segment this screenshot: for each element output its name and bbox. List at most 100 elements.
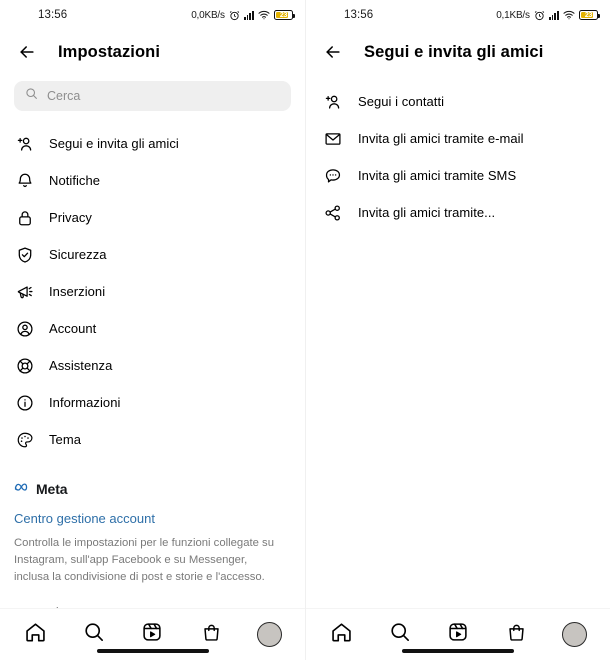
menu-item-invita-altro[interactable]: Invita gli amici tramite... [306,194,610,231]
nav-shop[interactable] [191,618,231,652]
menu-item-label: Tema [49,432,81,447]
nav-profile[interactable] [250,618,290,652]
status-time: 13:56 [344,9,374,21]
menu-item-label: Notifiche [49,173,101,188]
menu-item-label: Invita gli amici tramite e-mail [358,131,524,146]
settings-menu-list: Segui e invita gli amici Notifiche Priva… [0,121,305,458]
search-icon [389,621,411,648]
status-icons-group: 0,0KB/s 23 [191,9,295,21]
menu-item-informazioni[interactable]: Informazioni [0,384,305,421]
search-container: Cerca [0,74,305,121]
profile-avatar [257,622,283,647]
app-header: Impostazioni [0,30,305,74]
reels-icon [447,621,469,648]
add-person-icon [324,93,342,111]
shop-bag-icon [201,622,222,648]
battery-level-label: 23 [584,11,593,19]
wifi-icon [258,10,270,20]
menu-item-segui-invita-amici[interactable]: Segui e invita gli amici [0,125,305,162]
add-person-icon [16,135,34,153]
shield-check-icon [16,246,34,264]
nav-search[interactable] [74,618,114,652]
menu-item-account[interactable]: Account [0,310,305,347]
battery-icon: 23 [579,10,600,20]
back-arrow-icon[interactable] [14,39,40,65]
menu-item-label: Invita gli amici tramite SMS [358,168,517,183]
menu-item-privacy[interactable]: Privacy [0,199,305,236]
sms-bubble-icon [324,167,342,185]
network-speed-label: 0,0KB/s [191,9,225,21]
share-nodes-icon [324,204,342,222]
menu-item-label: Account [49,321,97,336]
menu-item-sicurezza[interactable]: Sicurezza [0,236,305,273]
menu-item-label: Privacy [49,210,92,225]
search-placeholder: Cerca [47,89,81,103]
menu-item-label: Segui e invita gli amici [49,136,179,151]
invite-options-list: Segui i contatti Invita gli amici tramit… [306,74,610,231]
nav-reels[interactable] [132,618,172,652]
search-input[interactable]: Cerca [14,81,291,111]
menu-item-label: Segui i contatti [358,94,445,109]
lock-icon [16,209,34,227]
accounts-center-description: Controlla le impostazioni per le funzion… [14,537,274,584]
status-icons-group: 0,1KB/s 23 [496,9,600,21]
nav-profile[interactable] [555,618,595,652]
signal-bars-icon [548,10,559,20]
app-header: Segui e invita gli amici [306,30,610,74]
menu-item-label: Assistenza [49,358,113,373]
accounts-center-link[interactable]: Centro gestione account [14,511,291,526]
battery-icon: 23 [274,10,295,20]
palette-icon [16,431,34,449]
bell-icon [16,172,34,190]
nav-shop[interactable] [496,618,536,652]
info-circle-icon [16,394,34,412]
account-circle-icon [16,320,34,338]
page-title: Impostazioni [58,42,161,61]
meta-brand-label: Meta [36,481,68,497]
profile-avatar [562,622,588,647]
meta-brand-row: Meta [14,480,291,498]
search-icon [83,621,105,648]
menu-item-label: Inserzioni [49,284,106,299]
status-bar: 13:56 0,1KB/s 23 [306,0,610,30]
search-icon [25,87,38,105]
settings-screen: 13:56 0,0KB/s 23 Impostazioni Cerca Segu… [0,0,305,660]
envelope-icon [324,130,342,148]
menu-item-label: Invita gli amici tramite... [358,205,496,220]
menu-item-inserzioni[interactable]: Inserzioni [0,273,305,310]
nav-home[interactable] [321,618,361,652]
home-indicator [402,649,514,653]
menu-item-tema[interactable]: Tema [0,421,305,458]
meta-infinity-icon [14,480,31,498]
home-icon [330,621,353,649]
battery-level-label: 23 [279,11,288,19]
signal-bars-icon [243,10,254,20]
menu-item-label: Informazioni [49,395,121,410]
nav-home[interactable] [15,618,55,652]
meta-accounts-center-section: Meta Centro gestione account Controlla l… [0,458,305,608]
wifi-icon [563,10,575,20]
menu-item-assistenza[interactable]: Assistenza [0,347,305,384]
status-bar: 13:56 0,0KB/s 23 [0,0,305,30]
menu-item-label: Sicurezza [49,247,107,262]
megaphone-icon [16,283,34,301]
status-time: 13:56 [38,9,68,21]
menu-item-invita-email[interactable]: Invita gli amici tramite e-mail [306,120,610,157]
menu-item-segui-contatti[interactable]: Segui i contatti [306,83,610,120]
dual-screenshot-container: 13:56 0,0KB/s 23 Impostazioni Cerca Segu… [0,0,610,660]
back-arrow-icon[interactable] [320,39,346,65]
shop-bag-icon [506,622,527,648]
nav-reels[interactable] [438,618,478,652]
home-icon [24,621,47,649]
menu-item-invita-sms[interactable]: Invita gli amici tramite SMS [306,157,610,194]
alarm-clock-icon [229,10,240,21]
nav-search[interactable] [380,618,420,652]
reels-icon [141,621,163,648]
page-title: Segui e invita gli amici [364,42,544,61]
alarm-clock-icon [534,10,545,21]
home-indicator [96,649,209,653]
menu-item-accessi[interactable]: Accessi [14,605,291,608]
menu-item-notifiche[interactable]: Notifiche [0,162,305,199]
network-speed-label: 0,1KB/s [496,9,530,21]
lifebuoy-icon [16,357,34,375]
